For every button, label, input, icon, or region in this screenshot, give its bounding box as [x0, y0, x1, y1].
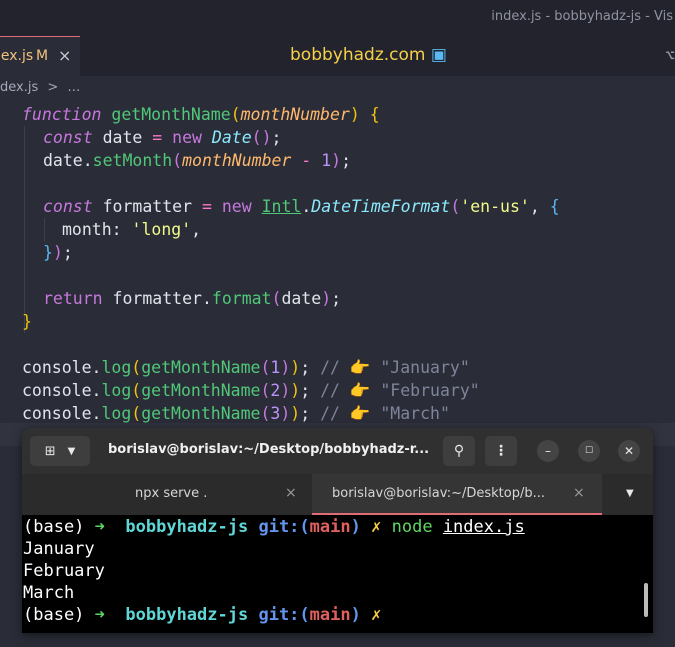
close-icon[interactable]: × [58, 46, 71, 65]
minimize-button[interactable]: – [537, 440, 559, 462]
code-line-5: const formatter = new Intl.DateTimeForma… [43, 197, 560, 216]
breadcrumb-file[interactable]: dex.js [0, 80, 38, 95]
terminal-prompt-line: (base) ➜ bobbyhadz-js git:(main) ✗ [23, 605, 382, 625]
brand-text: bobbyhadz.com [290, 45, 426, 65]
terminal-tab-bar: npx serve . × borislav@borislav:~/Deskto… [22, 474, 653, 515]
console-log-line-3: console.log(getMonthName(3)); // 👉 "Marc… [22, 404, 450, 423]
terminal-output-line: January [23, 539, 95, 559]
minimize-icon: – [545, 444, 551, 458]
editor-tab-bar: dex.js M × bobbyhadz.com ▣ ⌥ [0, 36, 675, 76]
indent-guide [24, 126, 25, 333]
terminal-header: ⊞ ▼ borislav@borislav:~/Desktop/bobbyhad… [22, 428, 653, 474]
terminal-output-line: February [23, 561, 105, 581]
terminal-tab-label: npx serve . [135, 486, 208, 501]
breadcrumb: dex.js > … [0, 80, 85, 100]
terminal-title: borislav@borislav:~/Desktop/bobbyhadz-r.… [108, 442, 430, 457]
code-line-3: date.setMonth(monthNumber - 1); [43, 151, 351, 170]
console-log-line-1: console.log(getMonthName(1)); // 👉 "Janu… [22, 358, 470, 377]
brand-banner: bobbyhadz.com ▣ [290, 45, 447, 65]
chevron-down-icon: ▼ [67, 445, 76, 457]
window-title-bar: index.js - bobbyhadz-js - Vis [0, 0, 675, 36]
terminal-tab-npx-serve[interactable]: npx serve . × [22, 474, 312, 515]
terminal-output[interactable]: (base) ➜ bobbyhadz-js git:(main) ✗ node … [22, 515, 653, 633]
breadcrumb-separator: > [47, 80, 59, 95]
maximize-icon: ☐ [584, 446, 594, 456]
code-line-1: function getMonthName(monthNumber) { [22, 105, 380, 124]
code-line-2: const date = new Date(); [43, 128, 282, 147]
close-icon[interactable]: × [573, 485, 585, 501]
indent-guide [44, 218, 45, 241]
editor-tab-index-js[interactable]: dex.js M × [0, 36, 80, 76]
terminal-command-line: (base) ➜ bobbyhadz-js git:(main) ✗ node … [23, 517, 525, 537]
terminal-output-line: March [23, 583, 75, 603]
close-icon[interactable]: × [285, 485, 297, 501]
code-line-7: }); [43, 243, 73, 262]
compare-changes-icon[interactable]: ⌥ [665, 46, 675, 65]
code-line-6: month: 'long', [62, 220, 202, 239]
terminal-window: ⊞ ▼ borislav@borislav:~/Desktop/bobbyhad… [22, 428, 653, 633]
console-log-line-2: console.log(getMonthName(2)); // 👉 "Febr… [22, 381, 480, 400]
terminal-tab-label: borislav@borislav:~/Desktop/b... [332, 486, 545, 501]
breadcrumb-more[interactable]: … [67, 80, 80, 95]
new-tab-split-button[interactable]: ⊞ ▼ [30, 436, 90, 466]
window-title: index.js - bobbyhadz-js - Vis [491, 9, 673, 24]
kebab-menu-icon: ⋮ [494, 443, 508, 459]
modified-indicator: M [36, 48, 49, 64]
plus-tab-icon: ⊞ [44, 443, 56, 459]
close-icon: ✕ [623, 444, 635, 458]
terminal-scrollbar[interactable] [644, 583, 648, 617]
search-button[interactable]: ⚲ [443, 436, 475, 466]
terminal-tab-borislav[interactable]: borislav@borislav:~/Desktop/b... × [312, 474, 602, 515]
menu-button[interactable]: ⋮ [485, 436, 517, 466]
maximize-button[interactable]: ☐ [578, 440, 600, 462]
tab-list-dropdown-icon[interactable]: ▼ [626, 488, 634, 499]
search-icon: ⚲ [453, 443, 465, 459]
code-line-10: } [22, 312, 32, 331]
code-line-9: return formatter.format(date); [43, 289, 342, 308]
close-window-button[interactable]: ✕ [618, 440, 640, 462]
editor-tab-label: dex.js [0, 48, 34, 64]
cube-icon: ▣ [430, 45, 447, 65]
